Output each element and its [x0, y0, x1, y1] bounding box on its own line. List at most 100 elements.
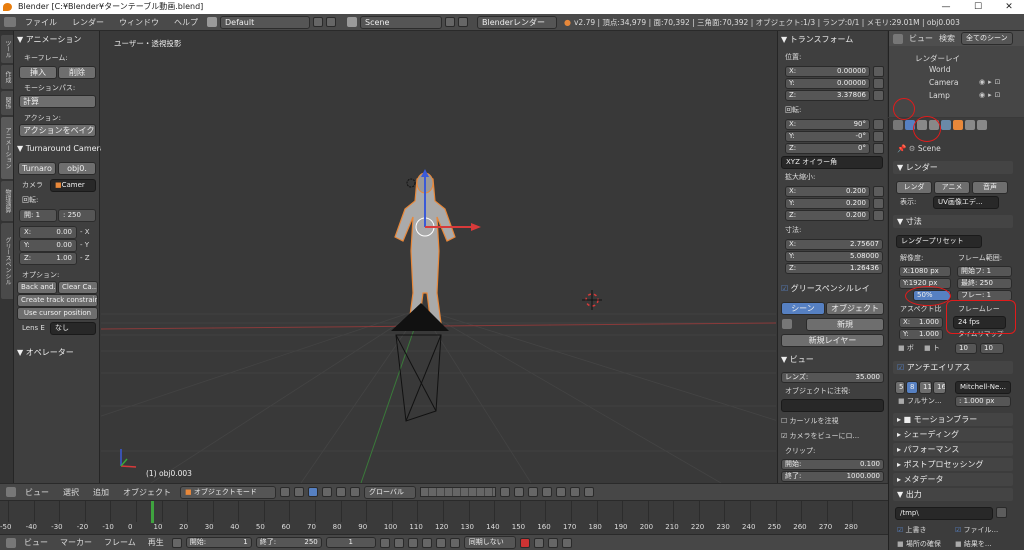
- lock-icon[interactable]: [873, 66, 884, 77]
- menu-help[interactable]: ヘルプ: [168, 17, 204, 28]
- prev-keyframe-icon[interactable]: [393, 537, 404, 548]
- dimension-z-field[interactable]: Z: 1.26436: [785, 263, 883, 274]
- menu-add[interactable]: 追加: [88, 487, 114, 498]
- tab-grease-pencil[interactable]: グリースペンシル: [1, 223, 13, 299]
- rotation-mode-select[interactable]: XYZ オイラー角: [781, 156, 883, 169]
- manipulator-icon[interactable]: [308, 487, 318, 497]
- preview-range-icon[interactable]: [171, 537, 182, 548]
- lock-icon[interactable]: [873, 131, 884, 142]
- insert-keyframe-button[interactable]: 挿入: [19, 66, 57, 79]
- lock-icon[interactable]: [873, 198, 884, 209]
- scale-x-field[interactable]: X: 0.200: [785, 186, 870, 197]
- minimize-button[interactable]: —: [935, 0, 957, 14]
- full-sample-checkbox[interactable]: ■ フルサン...: [898, 396, 942, 407]
- shading-icon[interactable]: [280, 487, 290, 497]
- cache-result-checkbox[interactable]: ■ 結果を...: [955, 539, 992, 550]
- back-and-button[interactable]: Back and...: [17, 281, 57, 294]
- lock-icon[interactable]: [873, 143, 884, 154]
- border-checkbox[interactable]: ■ ボ: [898, 343, 914, 354]
- motion-blur-section-header[interactable]: ▸ ■ モーションブラー: [893, 413, 1013, 426]
- outliner-display-select[interactable]: 全てのシーン: [961, 32, 1013, 45]
- animation-render-button[interactable]: アニメ: [934, 181, 970, 194]
- scale-icon[interactable]: [350, 487, 360, 497]
- keying-set-icon[interactable]: [533, 537, 544, 548]
- end-frame-field[interactable]: : 250: [58, 209, 96, 222]
- clip-end-field[interactable]: 終了: 1000.000: [781, 471, 884, 482]
- gp-object-tab[interactable]: オブジェクト: [826, 302, 884, 315]
- insert-keyframe-icon[interactable]: [547, 537, 558, 548]
- lens-select[interactable]: なし: [50, 322, 96, 335]
- turnaround-button[interactable]: Turnaro: [18, 162, 56, 175]
- remove-layout-button[interactable]: [326, 17, 336, 27]
- tl-menu-marker[interactable]: マーカー: [56, 537, 96, 548]
- transform-header[interactable]: ▼ トランスフォーム: [778, 33, 853, 46]
- lock-icon[interactable]: [873, 90, 884, 101]
- timeline[interactable]: -50 -40 -30 -20 -10 0 10 20 30 40 50 60 70 80 90 100 110…: [0, 500, 888, 534]
- animation-panel-header[interactable]: ▼ アニメーション: [14, 33, 81, 46]
- performance-section-header[interactable]: ▸ パフォーマンス: [893, 443, 1013, 456]
- filter-size-field[interactable]: : 1.000 px: [955, 396, 1011, 407]
- time-remap-old-field[interactable]: 10: [955, 343, 977, 354]
- rotation-x-field[interactable]: X: 90°: [785, 119, 870, 130]
- checkbox-icon[interactable]: ☑: [781, 284, 791, 293]
- tl-menu-playback[interactable]: 再生: [144, 537, 168, 548]
- tl-start-field[interactable]: 開始: 1: [185, 537, 252, 548]
- aa-samples-8[interactable]: 8: [906, 381, 918, 394]
- tab-animation[interactable]: アニメーション: [1, 117, 13, 179]
- rot-y-button[interactable]: - Y: [80, 240, 89, 251]
- location-x-field[interactable]: X: 0.00000: [785, 66, 870, 77]
- create-track-button[interactable]: Create track constraint: [17, 294, 98, 307]
- turnaround-panel-header[interactable]: ▼ Turnaround Camera: [14, 142, 105, 155]
- metadata-section-header[interactable]: ▸ メタデータ: [893, 473, 1013, 486]
- object-tab-icon[interactable]: [953, 120, 963, 130]
- tl-menu-frame[interactable]: フレーム: [100, 537, 140, 548]
- output-path-field[interactable]: /tmp\: [895, 507, 993, 520]
- location-y-field[interactable]: Y: 0.00000: [785, 78, 870, 89]
- translate-icon[interactable]: [322, 487, 332, 497]
- playhead[interactable]: [151, 501, 154, 523]
- opengl-render-icon[interactable]: [570, 487, 580, 497]
- location-z-field[interactable]: Z: 3.37806: [785, 90, 870, 101]
- visibility-icon[interactable]: ◉▸⊡: [979, 91, 1004, 99]
- constraints-tab-icon[interactable]: [965, 120, 975, 130]
- play-icon[interactable]: [421, 537, 432, 548]
- operator-panel-header[interactable]: ▼ オペレーター: [14, 346, 74, 359]
- dimension-y-field[interactable]: Y: 5.08000: [785, 251, 883, 262]
- aspect-y-field[interactable]: Y: 1.000: [899, 329, 943, 340]
- editor-type-icon[interactable]: [893, 120, 903, 130]
- scene-selector[interactable]: Scene: [360, 15, 442, 29]
- delete-keyframe-icon[interactable]: [561, 537, 572, 548]
- editor-type-icon[interactable]: [6, 487, 16, 497]
- snap-target-icon[interactable]: [542, 487, 552, 497]
- tab-physics[interactable]: 物理演算: [1, 181, 13, 221]
- view-header[interactable]: ▼ ビュー: [778, 353, 814, 366]
- folder-icon[interactable]: [996, 507, 1007, 518]
- play-reverse-icon[interactable]: [407, 537, 418, 548]
- record-icon[interactable]: [519, 537, 530, 548]
- lock-icon[interactable]: [873, 119, 884, 130]
- sync-select[interactable]: 同期しない: [463, 536, 516, 549]
- scale-z-field[interactable]: Z: 0.200: [785, 210, 870, 221]
- proportional-edit-icon[interactable]: [556, 487, 566, 497]
- obj-button[interactable]: obj0.: [58, 162, 96, 175]
- editor-type-icon[interactable]: [4, 17, 16, 27]
- tl-menu-view[interactable]: ビュー: [20, 537, 52, 548]
- display-select[interactable]: UV画像エデ...: [933, 196, 999, 209]
- outliner-item-camera[interactable]: Camera: [929, 78, 958, 87]
- lock-camera-checkbox[interactable]: ☑ カメラをビューにロ...: [781, 431, 859, 442]
- time-remap-new-field[interactable]: 10: [980, 343, 1004, 354]
- menu-window[interactable]: ウィンドウ: [113, 17, 165, 28]
- output-section-header[interactable]: ▼ 出力: [893, 488, 1013, 501]
- rot-z-field[interactable]: Z: 1.00: [19, 252, 77, 265]
- scale-y-field[interactable]: Y: 0.200: [785, 198, 870, 209]
- tab-create[interactable]: 作成: [1, 65, 13, 89]
- aa-samples-16[interactable]: 16: [933, 381, 946, 394]
- layer-lock-icon[interactable]: [500, 487, 510, 497]
- camera-field[interactable]: ■Camer: [50, 179, 96, 192]
- postprocessing-section-header[interactable]: ▸ ポストプロセッシング: [893, 458, 1013, 471]
- jump-start-icon[interactable]: [379, 537, 390, 548]
- aspect-x-field[interactable]: X: 1.000: [899, 317, 943, 328]
- tl-end-field[interactable]: 終了: 250: [255, 537, 322, 548]
- lock-icon[interactable]: [873, 78, 884, 89]
- 3d-viewport[interactable]: ユーザー・透視投影 (1) obj0.003: [101, 31, 776, 483]
